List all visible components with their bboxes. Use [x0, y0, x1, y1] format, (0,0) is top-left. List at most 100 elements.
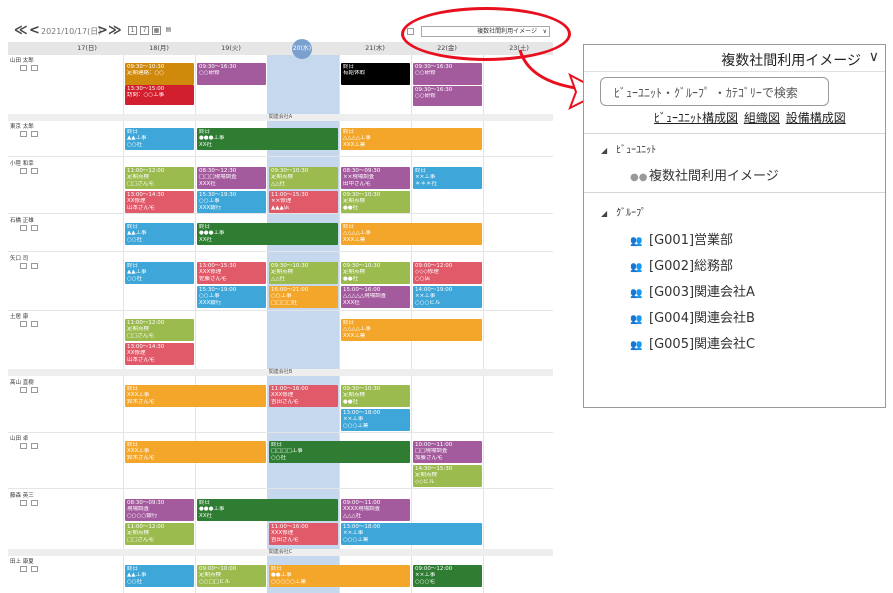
- event-block[interactable]: 13:00～14:30 XX修理 山本さん宅: [125, 343, 194, 365]
- group-item[interactable]: 👥 [G004]関連会社B: [630, 307, 755, 326]
- panel-links: ﾋﾞｭｰﾕﾆｯﾄ構成図 組織図 設備構成図: [654, 109, 848, 126]
- event-block[interactable]: 終日 □□□□工事 ○○社: [269, 441, 410, 463]
- search-input[interactable]: ﾋﾞｭｰﾕﾆｯﾄ・ｸﾞﾙｰﾌﾟ ・ｶﾃｺﾞﾘｰで検索: [600, 77, 829, 106]
- group-item[interactable]: 👥 [G001]営業部: [630, 229, 733, 248]
- event-block[interactable]: 09:30～10:30 定期点検 ●●社: [341, 385, 410, 407]
- event-block[interactable]: 09:00～12:00 ××工事 ○○○宅: [413, 565, 482, 587]
- event-block[interactable]: 09:00～11:00 XXXX現場調査 △△△社: [341, 499, 410, 521]
- message-icon[interactable]: [31, 321, 38, 327]
- event-block[interactable]: 11:00～15:30 ××修理 ▲▲▲店: [269, 191, 338, 213]
- print-icon[interactable]: ▤: [164, 26, 173, 35]
- event-block[interactable]: 16:00～21:00 ○○工事 □□□□社: [269, 286, 338, 308]
- day-view-icon[interactable]: 1: [128, 26, 137, 35]
- calendar-icon[interactable]: [20, 321, 27, 327]
- event-block[interactable]: 10:00～11:00 □□現場調査 加藤さん宅: [413, 441, 482, 463]
- message-icon[interactable]: [31, 443, 38, 449]
- event-block[interactable]: 09:30～10:30 定期点検 ●●社: [341, 262, 410, 284]
- calendar-icon[interactable]: [20, 131, 27, 137]
- event-block[interactable]: 11:00～16:00 XXX修理 吉田さん宅: [269, 523, 338, 545]
- month-view-icon[interactable]: ▦: [152, 26, 161, 35]
- event-block[interactable]: 09:30～10:30 定期連絡：○○: [125, 63, 194, 85]
- group-separator: 関連会社C: [8, 549, 553, 556]
- prev-week-button[interactable]: ≪: [14, 24, 28, 38]
- view-unit-item[interactable]: ●● 複数社間利用イメージ: [630, 165, 779, 184]
- view-unit-panel: 複数社間利用イメージ ∨ ﾋﾞｭｰﾕﾆｯﾄ・ｸﾞﾙｰﾌﾟ ・ｶﾃｺﾞﾘｰで検索 …: [583, 44, 886, 408]
- group-item[interactable]: 👥 [G005]関連会社C: [630, 333, 755, 352]
- event-block[interactable]: 終日 ●●●工事 XX社: [197, 223, 338, 245]
- event-block[interactable]: 09:30～10:30 定期点検 △△社: [269, 262, 338, 284]
- event-block[interactable]: 11:00～12:00 定期点検 □□さん宅: [125, 523, 194, 545]
- message-icon[interactable]: [31, 566, 38, 572]
- facility-diagram-link[interactable]: 設備構成図: [786, 111, 846, 125]
- event-block[interactable]: 11:00～16:00 XXX修理 吉田さん宅: [269, 385, 338, 407]
- event-block[interactable]: 終日 ●●●工事 XX社: [197, 128, 338, 150]
- prev-day-button[interactable]: <: [29, 24, 40, 38]
- event-block[interactable]: 終日 ▲▲工事 ○○社: [125, 128, 194, 150]
- event-text: ○○研修: [415, 93, 436, 100]
- view-unit-section[interactable]: ◢ ﾋﾞｭｰﾕﾆｯﾄ: [601, 141, 656, 156]
- event-block[interactable]: 15:30～19:00 ○○工事 XXX銀行: [197, 286, 266, 308]
- next-week-button[interactable]: ≫: [108, 24, 122, 38]
- view-unit-diagram-link[interactable]: ﾋﾞｭｰﾕﾆｯﾄ構成図: [654, 111, 738, 125]
- event-block[interactable]: 09:30～16:30 ○○研修: [413, 63, 482, 85]
- event-block[interactable]: 14:00～19:00 ××工事 ○○○ビル: [413, 286, 482, 308]
- event-block[interactable]: 終日 ●●●工事 XX社: [197, 499, 338, 521]
- message-icon[interactable]: [31, 387, 38, 393]
- group-section[interactable]: ◢ ｸﾞﾙｰﾌﾟ: [601, 204, 646, 219]
- event-block[interactable]: 09:30～10:30 定期点検 △△社: [269, 167, 338, 189]
- event-block[interactable]: 13:00～15:30 XXX修理 佐藤さん宅: [197, 262, 266, 284]
- message-icon[interactable]: [31, 65, 38, 71]
- message-icon[interactable]: [31, 263, 38, 269]
- event-text: 佐藤さん宅: [199, 275, 227, 282]
- message-icon[interactable]: [31, 168, 38, 174]
- calendar-icon[interactable]: [20, 443, 27, 449]
- calendar-icon[interactable]: [20, 387, 27, 393]
- calendar-icon[interactable]: [20, 500, 27, 506]
- event-block[interactable]: 09:00～12:00 ◇◇◇修理 ○○店: [413, 262, 482, 284]
- next-day-button[interactable]: >: [97, 24, 108, 38]
- calendar-icon[interactable]: [20, 566, 27, 572]
- org-chart-link[interactable]: 組織図: [744, 111, 780, 125]
- event-block[interactable]: 終日 △△△△工事 XXX工業: [341, 319, 482, 341]
- event-block[interactable]: 終日 ▲▲工事 ○○社: [125, 223, 194, 245]
- event-block[interactable]: 終日 有給休暇: [341, 63, 410, 85]
- event-block[interactable]: 終日 ▲▲工事 ○○社: [125, 565, 194, 587]
- event-block[interactable]: 09:30～16:30 ○○研修: [413, 86, 482, 106]
- calendar-icon[interactable]: [20, 263, 27, 269]
- event-block[interactable]: 終日 ●●工事 ○○○○○工業: [269, 565, 410, 587]
- event-block[interactable]: 13:00～18:00 ××工事 ○○○工業: [341, 409, 410, 431]
- event-block[interactable]: 08:30～12:30 □□□現場調査 XXX社: [197, 167, 266, 189]
- event-block[interactable]: 終日 ××工事 ＊＊＊社: [413, 167, 482, 189]
- week-view-icon[interactable]: 7: [140, 26, 149, 35]
- event-block[interactable]: 終日 XXX工事 鈴木さん宅: [125, 441, 266, 463]
- panel-header[interactable]: 複数社間利用イメージ ∨: [584, 45, 885, 72]
- chevron-down-icon[interactable]: ∨: [869, 49, 879, 65]
- event-block[interactable]: 15:00～16:00 △△△△△現場調査 XXX社: [341, 286, 410, 308]
- message-icon[interactable]: [31, 131, 38, 137]
- event-block[interactable]: 13:00～18:00 ××工事 ○○○工業: [341, 523, 482, 545]
- event-block[interactable]: 終日 △△△△工事 XXX工業: [341, 223, 482, 245]
- event-block[interactable]: 終日 △△△△工事 XXX工業: [341, 128, 482, 150]
- event-block[interactable]: 終日 ▲▲工事 ○○社: [125, 262, 194, 284]
- event-block[interactable]: 09:30～10:30 定期点検 ●●社: [341, 191, 410, 213]
- message-icon[interactable]: [31, 500, 38, 506]
- message-icon[interactable]: [31, 225, 38, 231]
- event-text: 訪問：○○工事: [127, 92, 165, 99]
- event-block[interactable]: 08:30～09:30 ××現場調査 田中さん宅: [341, 167, 410, 189]
- event-block[interactable]: 終日 XXX工事 鈴木さん宅: [125, 385, 266, 407]
- event-block[interactable]: 09:00～10:00 定期点検 ○○□□ビル: [197, 565, 266, 587]
- event-block[interactable]: 11:00～12:00 定期点検 □□さん宅: [125, 319, 194, 341]
- event-block[interactable]: 13:00～14:30 XX修理 山本さん宅: [125, 191, 194, 213]
- event-block[interactable]: 15:30～19:30 ○○工事 XXX銀行: [197, 191, 266, 213]
- event-block[interactable]: 11:00～12:00 定期点検 □□さん宅: [125, 167, 194, 189]
- event-text: ●●社: [343, 398, 359, 405]
- event-block[interactable]: 14:30～15:30 定期点検 ◇◇ビル: [413, 465, 482, 487]
- event-block[interactable]: 13:30～15:00 訪問：○○工事: [125, 85, 194, 105]
- calendar-icon[interactable]: [20, 225, 27, 231]
- event-block[interactable]: 08:30～09:30 現場調査 ○○○○銀行: [125, 499, 194, 521]
- calendar-icon[interactable]: [20, 65, 27, 71]
- event-block[interactable]: 09:30～16:30 ○○研修: [197, 63, 266, 85]
- calendar-icon[interactable]: [20, 168, 27, 174]
- group-item[interactable]: 👥 [G003]関連会社A: [630, 281, 755, 300]
- group-item[interactable]: 👥 [G002]総務部: [630, 255, 733, 274]
